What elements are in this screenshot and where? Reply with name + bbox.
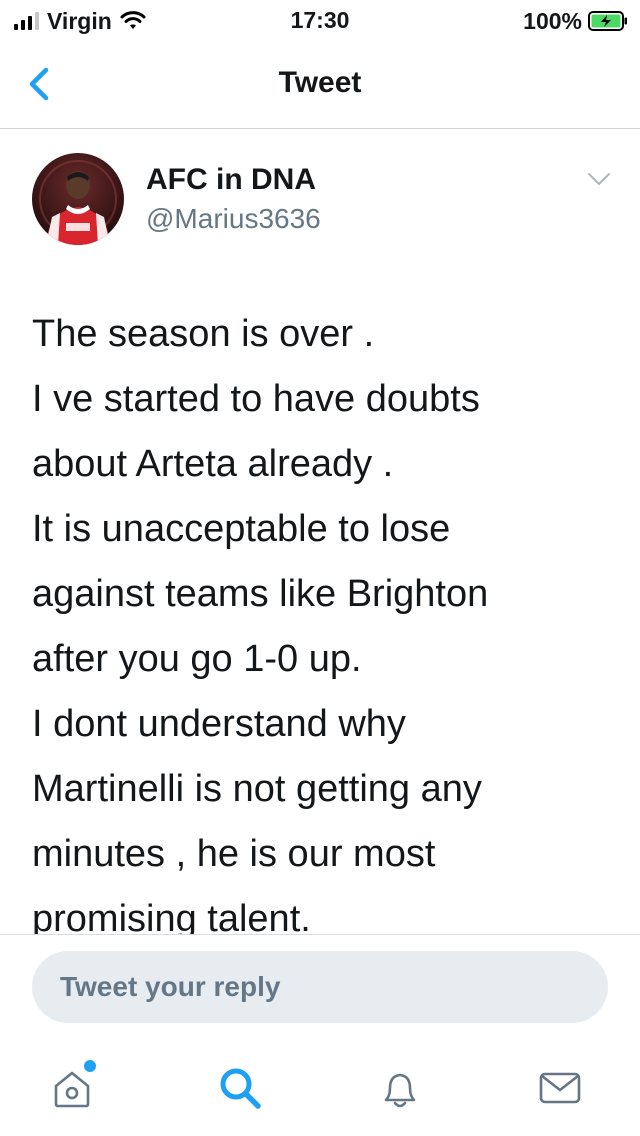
- author-handle[interactable]: @Marius3636: [146, 203, 321, 235]
- page-title: Tweet: [278, 66, 362, 99]
- tweet-line: It is unacceptable to lose: [32, 508, 451, 550]
- battery-charging-icon: [588, 11, 627, 31]
- status-bar: Virgin 17:30 100%: [0, 0, 640, 40]
- battery-percentage: 100%: [523, 7, 582, 34]
- tweet-line: about Arteta already .: [32, 443, 394, 485]
- tweet-text: The season is over . I ve started to hav…: [32, 302, 612, 952]
- reply-bar: Tweet your reply: [0, 934, 640, 1045]
- avatar-image: [32, 153, 124, 245]
- mail-icon: [539, 1072, 581, 1104]
- tweet-line: Martinelli is not getting any: [32, 768, 482, 810]
- tweet-line: The season is over .: [32, 313, 375, 355]
- status-right: 100%: [523, 7, 628, 35]
- tweet-screen: Virgin 17:30 100% Tweet AFC in DNA @Mari…: [0, 0, 640, 1136]
- tweet-line: against teams like Brighton: [32, 573, 489, 615]
- reply-input[interactable]: Tweet your reply: [32, 951, 608, 1023]
- bell-icon: [384, 1073, 416, 1108]
- search-icon: [220, 1068, 261, 1109]
- tab-bar: [0, 1044, 640, 1136]
- tweet-line: I ve started to have doubts: [32, 378, 480, 420]
- tweet-line: after you go 1-0 up.: [32, 638, 362, 680]
- reply-placeholder: Tweet your reply: [60, 971, 281, 1002]
- tab-messages[interactable]: [536, 1064, 584, 1112]
- notification-dot: [82, 1058, 98, 1074]
- author-name[interactable]: AFC in DNA: [146, 163, 316, 197]
- tweet-line: I dont understand why: [32, 703, 406, 745]
- tab-notifications[interactable]: [376, 1064, 424, 1112]
- tab-home[interactable]: [48, 1058, 98, 1112]
- avatar[interactable]: [32, 153, 124, 245]
- tweet-line: minutes , he is our most: [32, 833, 436, 875]
- tab-search[interactable]: [216, 1064, 264, 1112]
- chevron-down-icon[interactable]: [586, 170, 612, 188]
- nav-bar: Tweet: [0, 40, 640, 129]
